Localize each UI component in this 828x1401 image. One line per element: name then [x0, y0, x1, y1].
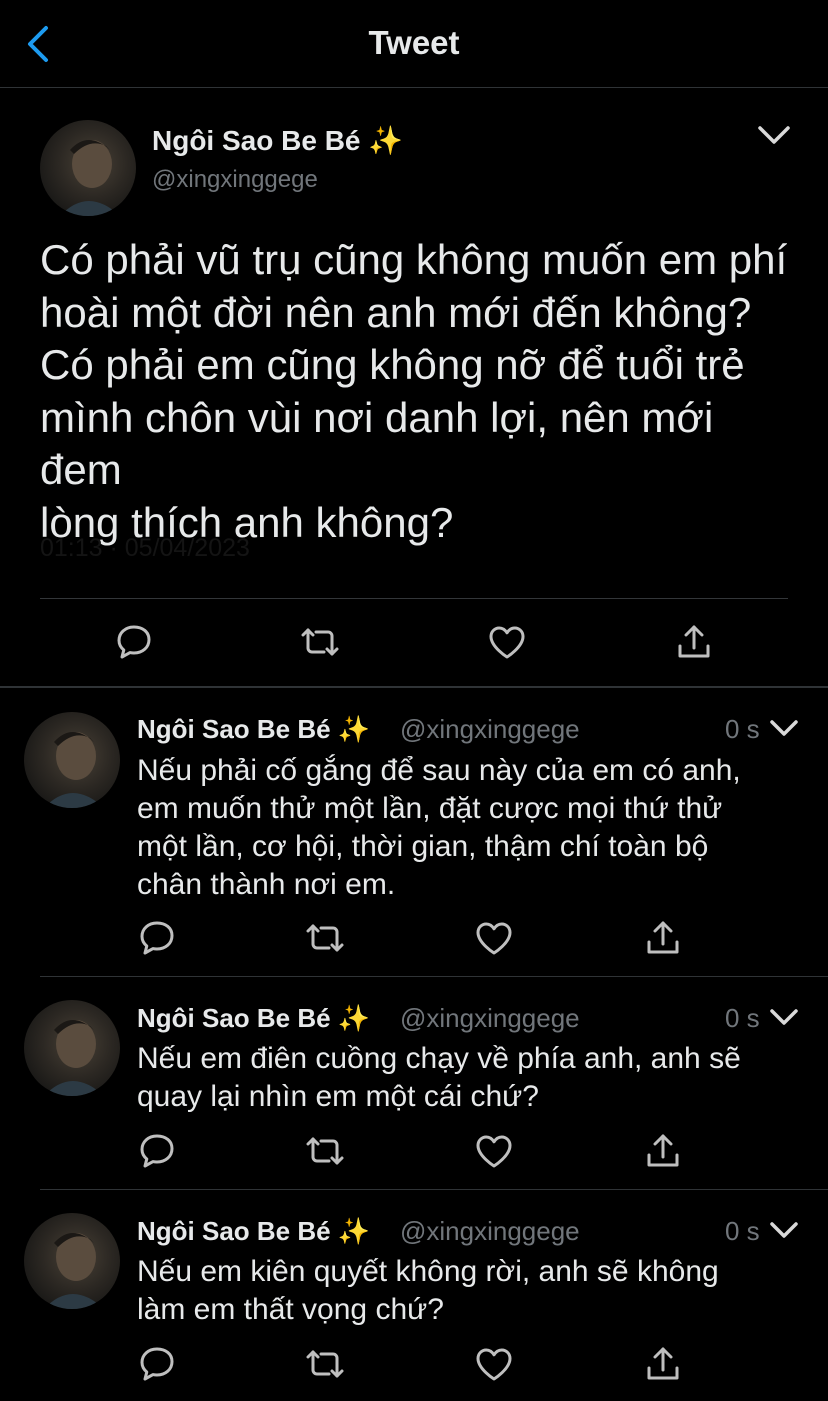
share-icon: [647, 1347, 679, 1380]
share-icon: [647, 1134, 679, 1167]
author-name[interactable]: Ngôi Sao Be Bé ✨: [152, 124, 403, 157]
share-button[interactable]: [641, 916, 685, 960]
retweet-button[interactable]: [298, 620, 342, 664]
retweet-icon: [306, 924, 344, 952]
avatar[interactable]: [24, 712, 120, 808]
avatar[interactable]: [24, 1213, 120, 1309]
heart-icon: [476, 1135, 512, 1168]
share-icon: [647, 921, 679, 954]
retweet-button[interactable]: [303, 916, 347, 960]
author-handle[interactable]: @xingxinggege: [400, 714, 580, 745]
top-bar: Tweet: [0, 0, 828, 88]
reply-icon: [117, 625, 151, 659]
reply-time: 0 s: [725, 1003, 760, 1033]
more-options-button[interactable]: [766, 1003, 802, 1033]
section-divider: [0, 686, 828, 688]
reply-button[interactable]: [112, 620, 156, 664]
retweet-button[interactable]: [303, 1342, 347, 1386]
like-button[interactable]: [485, 620, 529, 664]
share-button[interactable]: [641, 1342, 685, 1386]
divider: [40, 1189, 828, 1190]
author-handle[interactable]: @xingxinggege: [400, 1216, 580, 1247]
chevron-down-icon: [758, 126, 790, 144]
like-button[interactable]: [472, 1129, 516, 1173]
avatar[interactable]: [24, 1000, 120, 1096]
heart-icon: [476, 1348, 512, 1381]
reply-button[interactable]: [135, 1129, 179, 1173]
share-button[interactable]: [672, 620, 716, 664]
avatar[interactable]: [40, 120, 136, 216]
heart-icon: [476, 922, 512, 955]
page-title: Tweet: [368, 24, 460, 61]
reply-button[interactable]: [135, 1342, 179, 1386]
share-icon: [678, 625, 710, 658]
more-options-button[interactable]: [766, 714, 802, 744]
retweet-icon: [306, 1350, 344, 1378]
author-handle[interactable]: @xingxinggege: [152, 166, 318, 194]
more-options-button[interactable]: [766, 1216, 802, 1246]
reply-icon: [140, 1134, 174, 1168]
more-options-button[interactable]: [752, 118, 796, 154]
retweet-icon: [306, 1137, 344, 1165]
author-name[interactable]: Ngôi Sao Be Bé ✨: [137, 1003, 370, 1034]
reply-time: 0 s: [725, 1216, 760, 1246]
author-name[interactable]: Ngôi Sao Be Bé ✨: [137, 1216, 370, 1247]
like-button[interactable]: [472, 1342, 516, 1386]
reply-text: Nếu em kiên quyết không rời, anh sẽ khôn…: [137, 1255, 719, 1326]
chevron-down-icon: [770, 720, 798, 736]
reply-time: 0 s: [725, 714, 760, 744]
author-name[interactable]: Ngôi Sao Be Bé ✨: [137, 714, 370, 745]
reply-button[interactable]: [135, 916, 179, 960]
reply-text: Nếu em điên cuồng chạy về phía anh, anh …: [137, 1042, 741, 1113]
share-button[interactable]: [641, 1129, 685, 1173]
divider: [40, 976, 828, 977]
divider: [40, 598, 788, 599]
reply-text: Nếu phải cố gắng để sau này của em có an…: [137, 754, 741, 901]
like-button[interactable]: [472, 916, 516, 960]
reply-icon: [140, 921, 174, 955]
author-handle[interactable]: @xingxinggege: [400, 1003, 580, 1034]
tweet-text: Có phải vũ trụ cũng không muốn em phí ho…: [40, 236, 788, 546]
heart-icon: [489, 626, 525, 659]
chevron-down-icon: [770, 1009, 798, 1025]
reply-icon: [140, 1347, 174, 1381]
tweet-timestamp: 01:13 · 05/04/2023: [40, 534, 250, 562]
retweet-icon: [301, 628, 339, 656]
chevron-down-icon: [770, 1222, 798, 1238]
retweet-button[interactable]: [303, 1129, 347, 1173]
